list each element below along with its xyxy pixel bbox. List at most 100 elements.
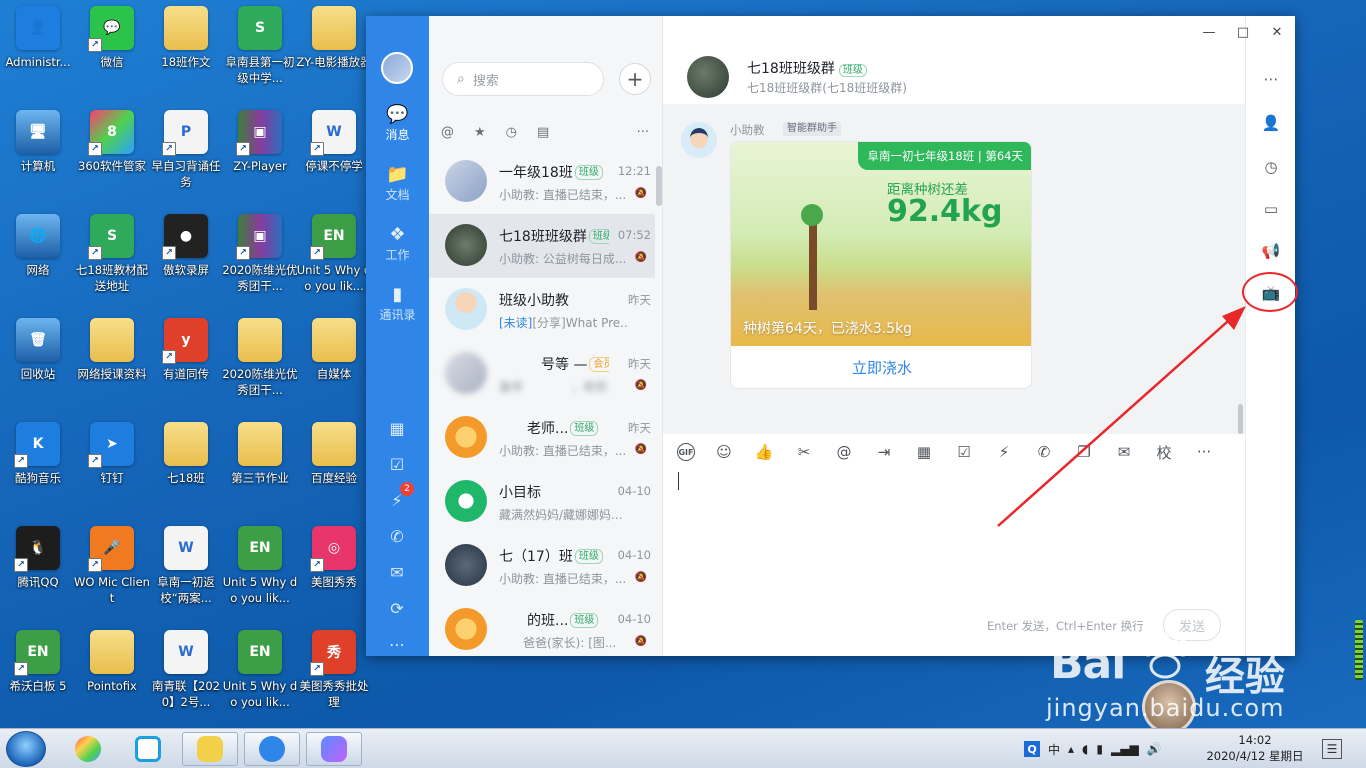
desktop-icon[interactable]: 8 ↗ 360软件管家 — [74, 104, 150, 204]
desktop-icon[interactable]: 百度经验 — [296, 416, 372, 516]
search-input[interactable]: 搜索 — [473, 70, 499, 89]
group-avatar[interactable] — [687, 56, 729, 98]
desktop-icon[interactable]: S ↗ 七18班教材配送地址 — [74, 208, 150, 308]
desktop-icon[interactable]: W 南青联【2020】2号... — [148, 624, 224, 724]
qq-tray-icon[interactable]: Q — [1024, 741, 1040, 757]
chat-title[interactable]: 七18班班级群 班级 — [747, 58, 867, 78]
conversation-item[interactable]: 一年级18班 班级 12:21 小助教: 直播已结束，... 🔕 — [429, 150, 655, 214]
more-options-icon[interactable]: ⋯ — [1260, 68, 1282, 90]
desktop-icon[interactable]: 🌐 网络 — [0, 208, 76, 308]
desktop-icon[interactable]: 🐧 ↗ 腾讯QQ — [0, 520, 76, 620]
start-button[interactable] — [6, 731, 46, 767]
unread-filter-icon[interactable]: ▤ — [537, 125, 549, 140]
filter-more-icon[interactable]: ··· — [637, 125, 649, 140]
maximize-button[interactable]: □ — [1232, 22, 1254, 42]
desktop-icon[interactable]: 自媒体 — [296, 312, 372, 412]
desktop-icon[interactable]: 网络授课资料 — [74, 312, 150, 412]
desktop-icon[interactable]: EN ↗ Unit 5 Why do you lik... — [296, 208, 372, 308]
desktop-icon[interactable]: 秀 ↗ 美图秀秀批处理 — [296, 624, 372, 724]
checkbox-icon[interactable]: ☑ — [953, 441, 975, 463]
network-tray-icon[interactable]: ▂▄▆ — [1111, 742, 1139, 756]
taskbar-app-360[interactable] — [60, 732, 116, 766]
nav-item-contacts[interactable]: ▮ 通讯录 — [366, 284, 429, 334]
power-tray-icon[interactable]: ▮ — [1096, 742, 1103, 756]
nav-item-work[interactable]: ❖ 工作 — [366, 224, 429, 274]
desktop-icon[interactable]: Pointofix — [74, 624, 150, 724]
desktop-icon[interactable]: 七18班 — [148, 416, 224, 516]
conversation-item[interactable]: 班级小助教 昨天 [未读][分享]What Pre... — [429, 278, 655, 342]
desktop-icon[interactable]: P ↗ 早自习背诵任务 — [148, 104, 224, 204]
list-scrollbar[interactable] — [656, 166, 662, 206]
calendar-icon[interactable]: ▦ — [385, 416, 409, 440]
shortcut-arrow-icon: ↗ — [14, 454, 28, 468]
desktop-icon[interactable]: ▣ ↗ ZY-Player — [222, 104, 298, 204]
calendar-icon[interactable]: ▦ — [913, 441, 935, 463]
nav-item-message[interactable]: 💬 消息 — [366, 104, 429, 154]
tree-card[interactable]: 阜南一初七年级18班 | 第64天 距离种树还差 92.4kg 种树第64天，已… — [730, 141, 1032, 389]
mention-filter-icon[interactable]: @ — [441, 125, 454, 140]
files-icon[interactable]: ▭ — [1260, 198, 1282, 220]
phone-icon[interactable]: ✆ — [385, 524, 409, 548]
desktop-icon[interactable]: 第三节作业 — [222, 416, 298, 516]
conversation-item[interactable]: 的班... 班级 04-10 爸爸(家长): [图... 🔕 — [429, 598, 655, 656]
taskbar-app-photos[interactable] — [306, 732, 362, 766]
assistant-avatar[interactable] — [681, 122, 717, 158]
desktop-icon[interactable]: W 阜南一初返校“两案... — [148, 520, 224, 620]
conversation-item[interactable]: 七（17）班 班级 04-10 小助教: 直播已结束，... 🔕 — [429, 534, 655, 598]
conversation-item[interactable]: 七18班班级群班级 07:52 小助教: 公益树每日成... 🔕 — [429, 214, 655, 278]
desktop-icon[interactable]: ▣ ↗ 2020陈维光优秀团干... — [222, 208, 298, 308]
speaker-tray-icon[interactable]: ◖ — [1082, 742, 1088, 756]
desktop-icon[interactable]: 🎤 ↗ WO Mic Client — [74, 520, 150, 620]
desktop-icon[interactable]: 🖥 计算机 — [0, 104, 76, 204]
volume-tray-icon[interactable]: 🔊 — [1147, 742, 1162, 756]
close-button[interactable]: ✕ — [1266, 22, 1288, 42]
desktop-icon[interactable]: ZY-电影播放器 — [296, 0, 372, 100]
conversation-item[interactable]: 小目标 04-10 藏满然妈妈/藏娜娜妈... — [429, 470, 655, 534]
conversation-item[interactable]: 老师... 班级 昨天 小助教: 直播已结束，... 🔕 — [429, 406, 655, 470]
folder-send-icon[interactable]: ⇥ — [873, 441, 895, 463]
water-now-button[interactable]: 立即浇水 — [731, 346, 1031, 388]
more-icon[interactable]: ⋯ — [385, 632, 409, 656]
desktop-icon[interactable]: y ↗ 有道同传 — [148, 312, 224, 412]
desktop-icon[interactable]: ● ↗ 傲软录屏 — [148, 208, 224, 308]
clock[interactable]: 14:02 2020/4/12 星期日 — [1200, 732, 1310, 764]
notification-icon[interactable]: ☰ — [1322, 739, 1342, 759]
desktop-icon[interactable]: 👤 Administr... — [0, 0, 76, 100]
tray-expand-icon[interactable]: ▴ — [1068, 742, 1074, 756]
scissors-icon[interactable]: ✂ — [793, 441, 815, 463]
taskbar-app-star[interactable] — [182, 732, 238, 766]
desktop-icon[interactable]: EN ↗ 希沃白板 5 — [0, 624, 76, 724]
org-icon[interactable]: ⟳ — [385, 596, 409, 620]
desktop-icon[interactable]: 💬 ↗ 微信 — [74, 0, 150, 100]
announcement-icon[interactable]: 📢 — [1260, 240, 1282, 262]
desktop-icon[interactable]: ➤ ↗ 钉钉 — [74, 416, 150, 516]
desktop-icon[interactable]: 🗑 回收站 — [0, 312, 76, 412]
thumbs-up-icon[interactable]: 👍 — [753, 441, 775, 463]
history-icon[interactable]: ◷ — [1260, 156, 1282, 178]
desktop-icon[interactable]: K ↗ 酷狗音乐 — [0, 416, 76, 516]
desktop-icon[interactable]: 18班作文 — [148, 0, 224, 100]
conversation-item[interactable]: 号等 —会员 昨天盖伴 ，收到 🔕 — [429, 342, 655, 406]
desktop-icon[interactable]: S 阜南县第一初级中学... — [222, 0, 298, 100]
mail-icon[interactable]: ✉ — [385, 560, 409, 584]
star-filter-icon[interactable]: ★ — [474, 125, 486, 140]
gif-icon[interactable]: GIF — [677, 443, 695, 461]
minimize-button[interactable]: — — [1198, 22, 1220, 42]
desktop-icon[interactable]: EN Unit 5 Why do you lik... — [222, 520, 298, 620]
todo-icon[interactable]: ☑ — [385, 452, 409, 476]
desktop-icon[interactable]: EN Unit 5 Why do you lik... — [222, 624, 298, 724]
taskbar-app-v[interactable] — [120, 732, 176, 766]
desktop-icon[interactable]: W ↗ 停课不停学 — [296, 104, 372, 204]
desktop-icon[interactable]: 2020陈维光优秀团干... — [222, 312, 298, 412]
taskbar-app-dingtalk[interactable] — [244, 732, 300, 766]
nav-item-document[interactable]: 📁 文档 — [366, 164, 429, 214]
desktop-icon[interactable]: ◎ ↗ 美图秀秀 — [296, 520, 372, 620]
user-avatar[interactable] — [381, 52, 413, 84]
emoji-icon[interactable]: ☺ — [713, 441, 735, 463]
ime-indicator[interactable]: 中 — [1048, 741, 1060, 758]
recent-filter-icon[interactable]: ◷ — [506, 125, 517, 140]
search-box[interactable]: ⌕ 搜索 — [442, 62, 604, 96]
add-member-icon[interactable]: 👤 — [1260, 112, 1282, 134]
create-button[interactable]: + — [619, 63, 651, 95]
at-icon[interactable]: @ — [833, 441, 855, 463]
